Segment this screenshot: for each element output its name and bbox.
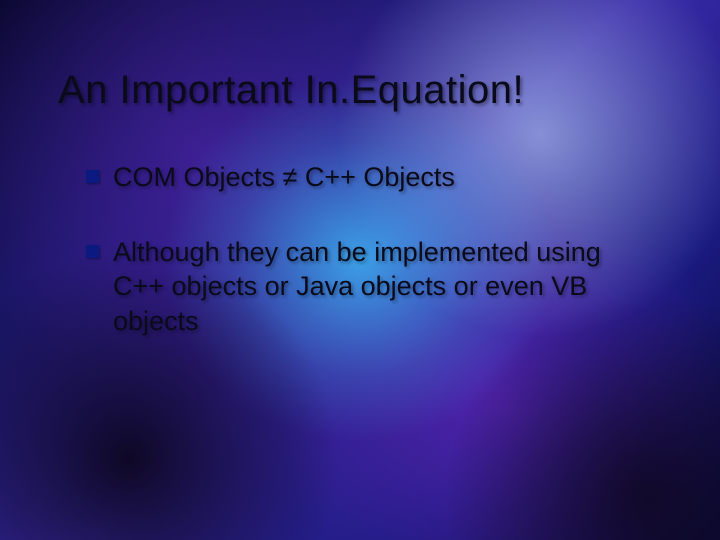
bullet-text: Although they can be implemented using C…: [113, 235, 646, 339]
slide: An Important In.Equation! COM Objects ≠ …: [0, 0, 720, 540]
square-bullet-icon: [86, 245, 99, 258]
list-item: Although they can be implemented using C…: [86, 235, 646, 339]
slide-body: COM Objects ≠ C++ Objects Although they …: [86, 160, 646, 378]
square-bullet-icon: [86, 170, 99, 183]
bullet-text: COM Objects ≠ C++ Objects: [113, 160, 646, 195]
list-item: COM Objects ≠ C++ Objects: [86, 160, 646, 195]
slide-title: An Important In.Equation!: [58, 68, 524, 113]
